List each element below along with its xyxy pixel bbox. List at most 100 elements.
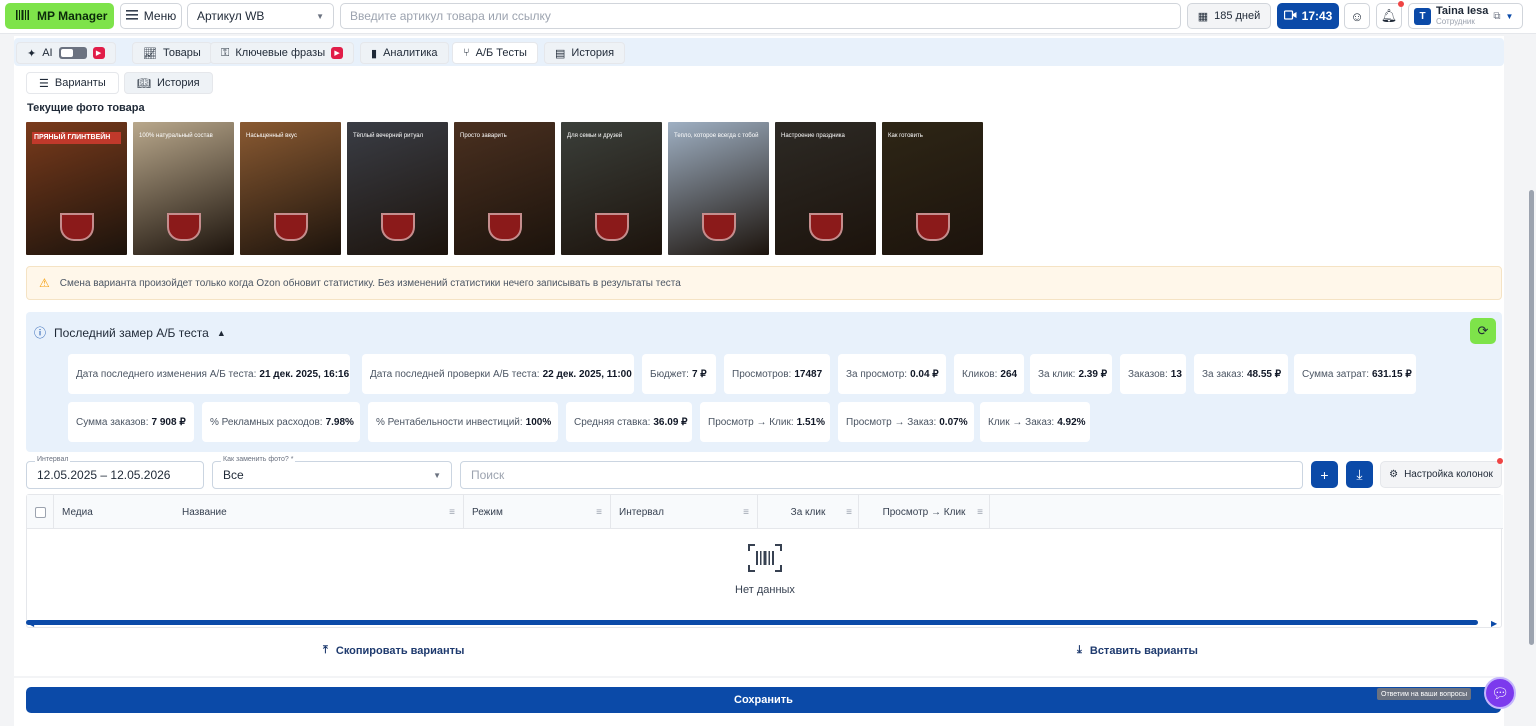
column-menu-icon[interactable]: ≡: [977, 507, 983, 518]
user-role: Сотрудник: [1436, 17, 1475, 26]
columns-settings-label: Настройка колонок: [1404, 469, 1493, 480]
column-menu-icon[interactable]: ≡: [743, 507, 749, 518]
warning-icon: ⚠: [39, 276, 50, 290]
product-photo[interactable]: Насыщенный вкус: [240, 122, 341, 255]
chat-icon: 💬︎: [1491, 684, 1509, 701]
time-button[interactable]: 17:43: [1277, 3, 1339, 29]
menu-label: Меню: [143, 9, 177, 23]
stat-label: Дата последнего изменения А/Б теста:: [76, 368, 257, 380]
days-label: 185 дней: [1214, 10, 1261, 22]
user-menu[interactable]: T Taina Iesa Сотрудник ⧉ ▼: [1408, 3, 1523, 29]
stat-value: 7 908 ₽: [151, 416, 186, 428]
stats-header[interactable]: ⓘ Последний замер А/Б теста ▲: [34, 324, 226, 341]
page-scrollbar[interactable]: [1529, 190, 1534, 645]
column-menu-icon[interactable]: ≡: [449, 507, 455, 518]
select-all-checkbox[interactable]: [35, 506, 46, 518]
video-tutorial-icon[interactable]: ▶: [92, 47, 105, 59]
refresh-button[interactable]: ⟳: [1470, 318, 1496, 344]
logo-label: MP Manager: [37, 9, 108, 23]
ai-toggle[interactable]: ✦ AI ▶: [16, 42, 116, 64]
stat-card: Сумма заказов: 7 908 ₽: [68, 402, 194, 442]
column-header-name[interactable]: Название ≡: [174, 495, 464, 529]
stat-label: % Рентабельности инвестиций:: [376, 416, 523, 428]
menu-button[interactable]: Меню: [120, 3, 182, 29]
product-photo[interactable]: ПРЯНЫЙ ГЛИНТВЕЙН: [26, 122, 127, 255]
photo-cup-shape: [916, 213, 950, 241]
product-photo[interactable]: Тёплый вечерний ритуал: [347, 122, 448, 255]
stat-value: 13: [1170, 368, 1182, 380]
article-type-select[interactable]: Артикул WB ▼: [187, 3, 334, 29]
stat-label: % Рекламных расходов:: [210, 416, 323, 428]
column-menu-icon[interactable]: ≡: [846, 507, 852, 518]
article-search-input[interactable]: Введите артикул товара или ссылку: [340, 3, 1181, 29]
columns-settings-button[interactable]: ⚙ Настройка колонок: [1380, 461, 1502, 488]
copy-icon: ⧉: [1493, 10, 1501, 22]
photo-caption: Настроение праздника: [781, 133, 845, 139]
column-header-interval[interactable]: Интервал ≡: [611, 495, 758, 529]
replace-photo-select[interactable]: Как заменить фото? * Все ▼: [212, 456, 452, 489]
notifications-button[interactable]: 🔔︎: [1376, 3, 1402, 29]
stat-card: Заказов: 13: [1120, 354, 1186, 394]
interval-field[interactable]: Интервал 12.05.2025 – 12.05.2026: [26, 456, 204, 489]
product-photo[interactable]: 100% натуральный состав: [133, 122, 234, 255]
barcode-scan-icon: [747, 543, 783, 576]
split-icon: ⑂: [463, 47, 470, 59]
nav-tab-history[interactable]: ▤ История: [544, 42, 626, 64]
product-photo[interactable]: Как готовить: [882, 122, 983, 255]
product-photo[interactable]: Для семьи и друзей: [561, 122, 662, 255]
subtab-variants[interactable]: ☰ Варианты: [26, 72, 119, 94]
product-photo[interactable]: Тепло, которое всегда с тобой: [668, 122, 769, 255]
column-header-view-click[interactable]: Просмотр → Клик ≡: [859, 495, 990, 529]
scroll-right-icon[interactable]: ▶: [1491, 619, 1497, 628]
column-header-media[interactable]: Медиа: [54, 495, 174, 529]
stat-card: Клик → Заказ: 4.92%: [980, 402, 1090, 442]
column-menu-icon[interactable]: ≡: [596, 507, 602, 518]
nav-tab-analytics[interactable]: ▮ Аналитика: [360, 42, 449, 64]
paste-variants-button[interactable]: ⤓ Вставить варианты: [1077, 644, 1198, 657]
days-button[interactable]: ▦ 185 дней: [1187, 3, 1271, 29]
stat-card: Бюджет: 7 ₽: [642, 354, 716, 394]
table-search-input[interactable]: Поиск: [460, 461, 1303, 489]
calendar-icon: ▦: [1197, 10, 1209, 23]
subtab-history[interactable]: 📖︎ История: [124, 72, 213, 94]
plus-icon: +: [1320, 466, 1329, 483]
photo-cup-shape: [274, 213, 308, 241]
add-button[interactable]: +: [1311, 461, 1338, 488]
sparkle-icon: ✦: [27, 47, 37, 60]
nav-tab-ab-tests[interactable]: ⑂ А/Б Тесты: [452, 42, 538, 64]
nav-tab-products[interactable]: 📈︎ Товары: [132, 42, 212, 64]
video-tutorial-icon[interactable]: ▶: [331, 47, 344, 59]
variants-table: Медиа Название ≡ Режим ≡ Интервал ≡ За к…: [26, 494, 1503, 628]
download-icon: ⤓: [1077, 644, 1082, 656]
logo-button[interactable]: MP Manager: [5, 3, 114, 29]
copy-variants-button[interactable]: ⤒ Скопировать варианты: [323, 644, 464, 657]
stat-label: Средняя ставка:: [574, 416, 651, 428]
stat-value: 21 дек. 2025, 16:16: [259, 368, 350, 380]
smile-icon: ☺: [1350, 8, 1364, 24]
smile-button[interactable]: ☺: [1344, 3, 1370, 29]
video-icon: [1283, 9, 1297, 23]
refresh-icon: ⟳: [1477, 323, 1489, 338]
horizontal-scrollbar[interactable]: [26, 620, 1478, 625]
time-label: 17:43: [1301, 9, 1333, 23]
product-photo[interactable]: Настроение праздника: [775, 122, 876, 255]
download-button[interactable]: ⤓: [1346, 461, 1373, 488]
article-search-placeholder: Введите артикул товара или ссылку: [350, 9, 551, 23]
chat-button[interactable]: 💬︎: [1484, 677, 1516, 709]
ai-switch[interactable]: [58, 47, 87, 59]
stat-value: 7 ₽: [691, 368, 707, 380]
upload-icon: ⤒: [323, 644, 328, 656]
stat-value: 1.51%: [796, 416, 825, 428]
chevron-down-icon: ▼: [433, 470, 441, 480]
nav-tab-keywords[interactable]: ⚿ Ключевые фразы ▶: [210, 42, 355, 64]
column-header-per-click[interactable]: За клик ≡: [758, 495, 859, 529]
stat-value: 0.04 ₽: [910, 368, 939, 380]
last-measurement-panel: ⓘ Последний замер А/Б теста ▲ ⟳ Дата пос…: [26, 312, 1502, 452]
stat-value: 2.39 ₽: [1078, 368, 1108, 380]
column-header-mode[interactable]: Режим ≡: [464, 495, 611, 529]
gear-icon: ⚙: [1389, 469, 1399, 480]
product-photo[interactable]: Просто заварить: [454, 122, 555, 255]
stats-title: Последний замер А/Б теста: [54, 325, 209, 340]
save-button[interactable]: Сохранить: [26, 687, 1501, 713]
user-info: Taina Iesa Сотрудник: [1436, 6, 1488, 27]
